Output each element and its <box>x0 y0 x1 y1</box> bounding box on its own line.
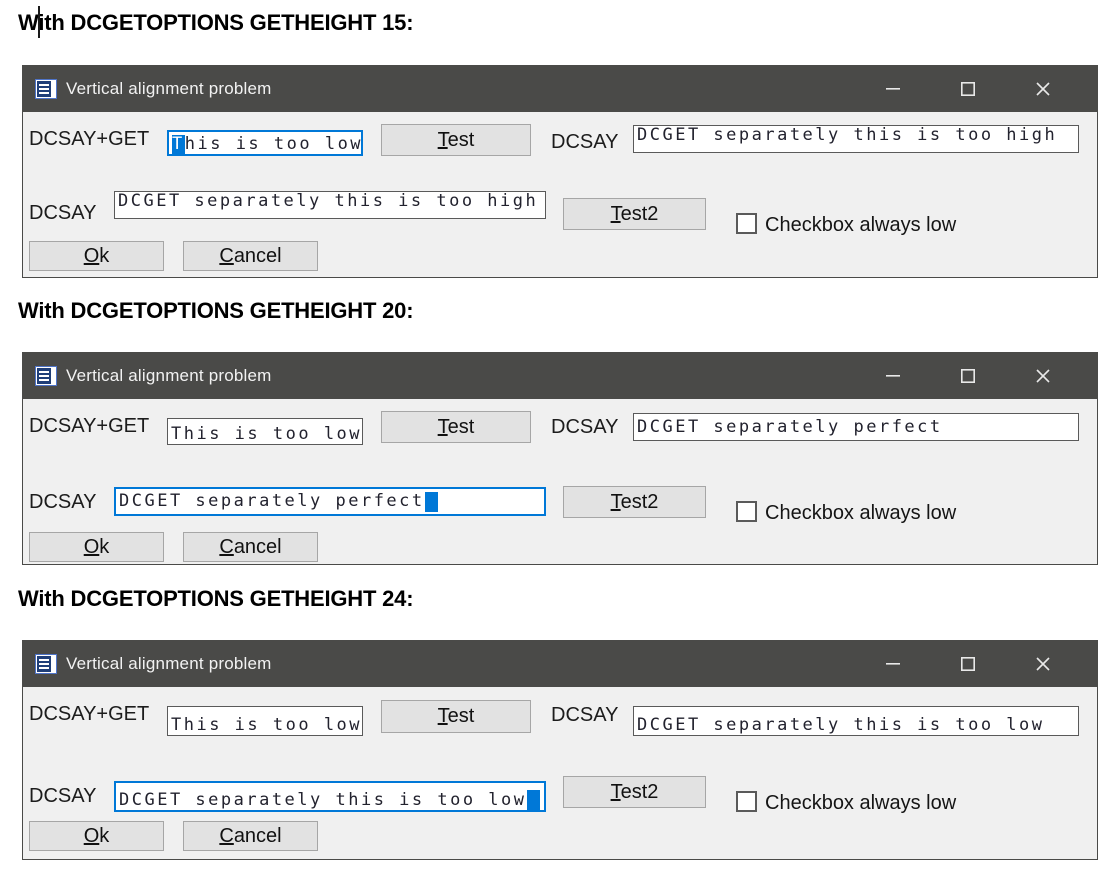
window-title: Vertical alignment problem <box>66 654 272 674</box>
dcsay-get-label: DCSAY+GET <box>29 704 149 724</box>
maximize-icon <box>961 369 975 383</box>
checkbox[interactable] <box>736 501 757 522</box>
close-button[interactable] <box>1005 353 1080 399</box>
minimize-icon <box>886 663 900 665</box>
test2-button[interactable]: Test2 <box>563 776 706 808</box>
maximize-icon <box>961 82 975 96</box>
say-output-row1[interactable]: DCGET separately this is too high <box>633 125 1079 153</box>
section-heading-getheight-24: With DCGETOPTIONS GETHEIGHT 24: <box>18 584 413 614</box>
selection: T <box>172 135 185 154</box>
checkbox-label: Checkbox always low <box>765 503 956 524</box>
title-bar[interactable]: Vertical alignment problem <box>23 66 1097 112</box>
maximize-icon <box>961 657 975 671</box>
close-button[interactable] <box>1005 66 1080 112</box>
minimize-icon <box>886 88 900 90</box>
window-controls <box>855 641 1080 687</box>
dcsay-label-row1: DCSAY <box>551 417 618 437</box>
minimize-icon <box>886 375 900 377</box>
minimize-button[interactable] <box>855 353 930 399</box>
get-input-text: his is too low <box>185 135 363 154</box>
window-title: Vertical alignment problem <box>66 366 272 386</box>
dialog-window-getheight-20: Vertical alignment problem DCSAY+GET Thi… <box>22 352 1098 565</box>
maximize-button[interactable] <box>930 353 1005 399</box>
app-icon <box>35 79 57 99</box>
close-icon <box>1036 657 1050 671</box>
get-input[interactable]: This is too low <box>167 706 363 736</box>
window-title: Vertical alignment problem <box>66 79 272 99</box>
say-output-row1[interactable]: DCGET separately perfect <box>633 413 1079 441</box>
checkbox-label: Checkbox always low <box>765 793 956 814</box>
checkbox[interactable] <box>736 213 757 234</box>
say-output-row1[interactable]: DCGET separately this is too low <box>633 706 1079 736</box>
maximize-button[interactable] <box>930 66 1005 112</box>
dcsay-label-row2: DCSAY <box>29 786 96 806</box>
cancel-button[interactable]: Cancel <box>183 821 318 851</box>
app-icon <box>35 654 57 674</box>
maximize-button[interactable] <box>930 641 1005 687</box>
dcsay-label-row1: DCSAY <box>551 705 618 725</box>
dcsay-get-label: DCSAY+GET <box>29 416 149 436</box>
test2-button[interactable]: Test2 <box>563 198 706 230</box>
dialog-window-getheight-15: Vertical alignment problem DCSAY+GET Thi… <box>22 65 1098 278</box>
ok-button[interactable]: Ok <box>29 532 164 562</box>
section-heading-getheight-20: With DCGETOPTIONS GETHEIGHT 20: <box>18 296 413 326</box>
title-bar[interactable]: Vertical alignment problem <box>23 353 1097 399</box>
checkbox[interactable] <box>736 791 757 812</box>
window-controls <box>855 66 1080 112</box>
say-input-row2[interactable]: DCGET separately perfect <box>114 487 546 516</box>
close-button[interactable] <box>1005 641 1080 687</box>
title-bar[interactable]: Vertical alignment problem <box>23 641 1097 687</box>
test-button[interactable]: Test <box>381 700 531 733</box>
checkbox-label: Checkbox always low <box>765 215 956 236</box>
block-cursor <box>425 492 438 512</box>
dcsay-label-row2: DCSAY <box>29 492 96 512</box>
ok-button[interactable]: Ok <box>29 241 164 271</box>
close-icon <box>1036 82 1050 96</box>
minimize-button[interactable] <box>855 66 930 112</box>
app-icon <box>35 366 57 386</box>
say-input-row2[interactable]: DCGET separately this is too low <box>114 781 546 812</box>
test-button[interactable]: Test <box>381 411 531 443</box>
get-input[interactable]: This is too low <box>167 418 363 445</box>
cancel-button[interactable]: Cancel <box>183 241 318 271</box>
test2-button[interactable]: Test2 <box>563 486 706 518</box>
dcsay-label-row1: DCSAY <box>551 132 618 152</box>
get-input[interactable]: This is too low <box>167 130 363 156</box>
close-icon <box>1036 369 1050 383</box>
cancel-button[interactable]: Cancel <box>183 532 318 562</box>
minimize-button[interactable] <box>855 641 930 687</box>
dcsay-get-label: DCSAY+GET <box>29 129 149 149</box>
dialog-window-getheight-24: Vertical alignment problem DCSAY+GET Thi… <box>22 640 1098 860</box>
ok-button[interactable]: Ok <box>29 821 164 851</box>
window-controls <box>855 353 1080 399</box>
dcsay-label-row2: DCSAY <box>29 203 96 223</box>
text-caret <box>38 6 40 38</box>
block-cursor <box>527 790 540 810</box>
test-button[interactable]: Test <box>381 124 531 156</box>
say-input-row2[interactable]: DCGET separately this is too high <box>114 191 546 219</box>
section-heading-getheight-15: With DCGETOPTIONS GETHEIGHT 15: <box>18 8 413 38</box>
